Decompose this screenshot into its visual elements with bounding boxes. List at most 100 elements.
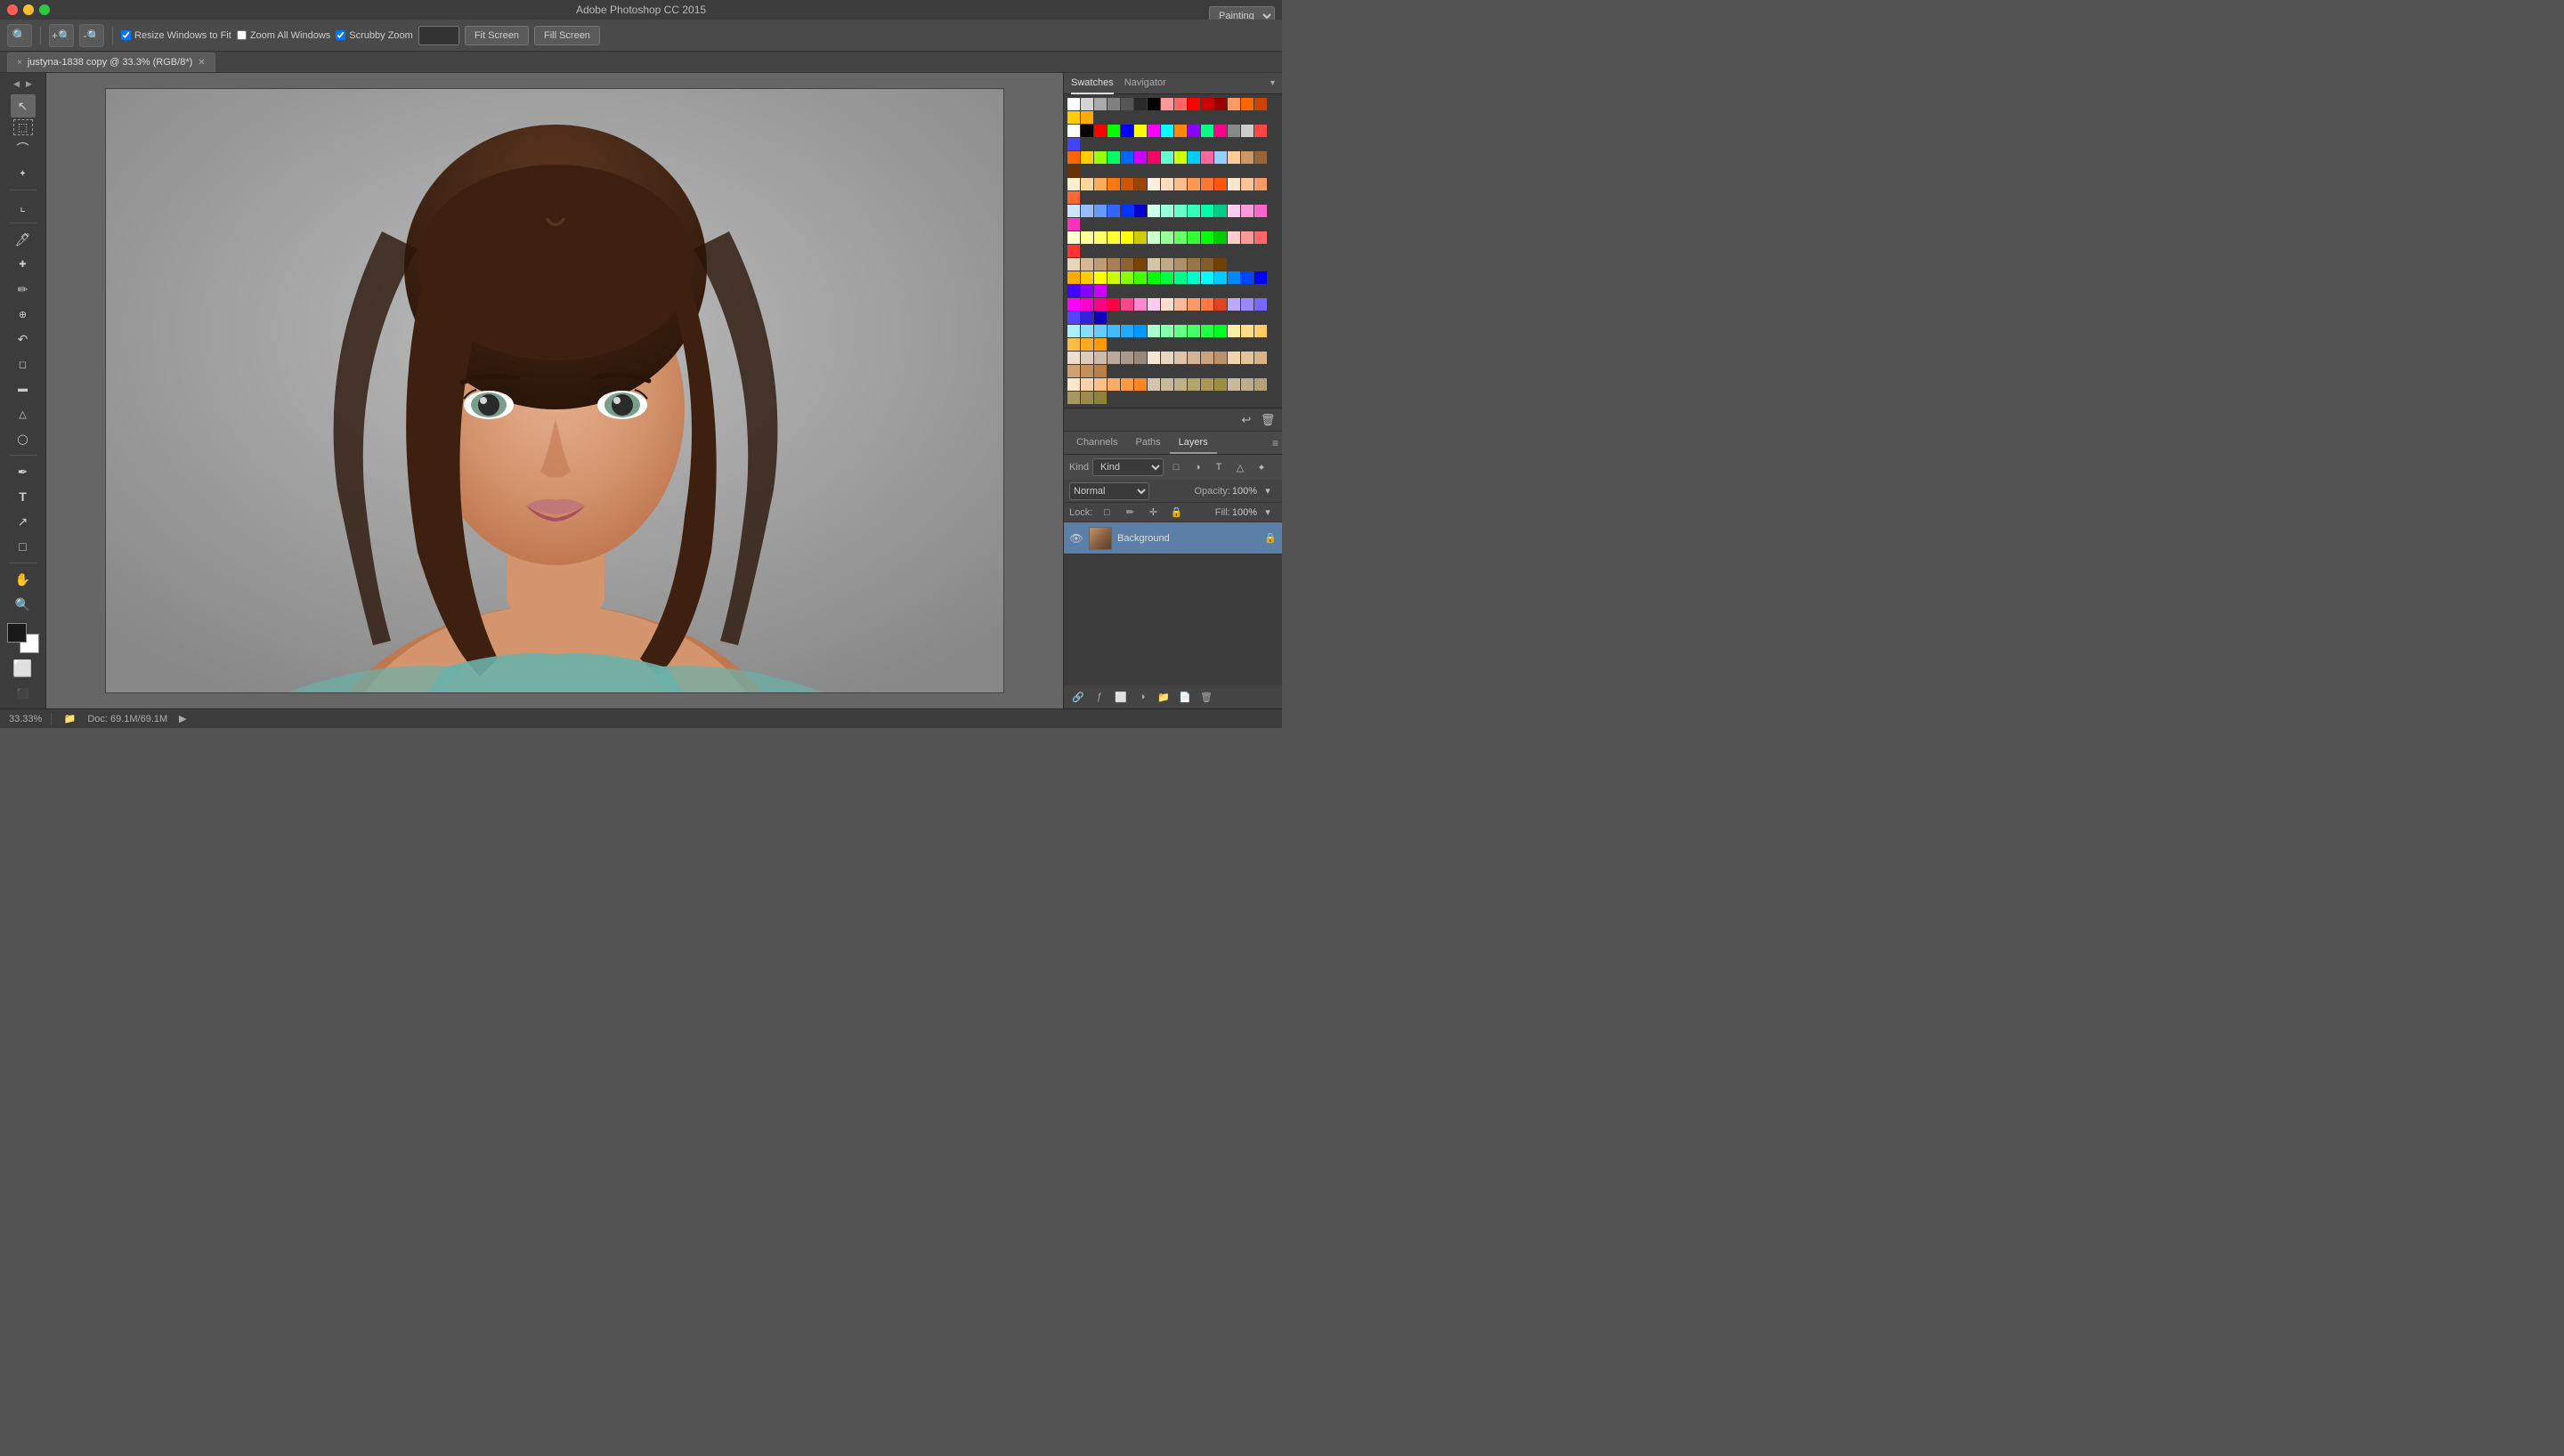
swatch-cell[interactable] — [1241, 125, 1254, 137]
swatch-cell[interactable] — [1108, 378, 1120, 391]
swatch-cell[interactable] — [1094, 311, 1107, 324]
swatch-cell[interactable] — [1081, 311, 1093, 324]
tab-close-x[interactable]: × — [17, 58, 22, 68]
swatch-cell[interactable] — [1108, 271, 1120, 284]
move-tool[interactable]: ↖ — [11, 94, 36, 117]
navigator-tab[interactable]: Navigator — [1124, 73, 1166, 94]
swatch-cell[interactable] — [1067, 365, 1080, 377]
toolbox-collapse-right[interactable]: ▶ — [24, 77, 35, 91]
swatch-cell[interactable] — [1067, 125, 1080, 137]
swatch-cell[interactable] — [1108, 325, 1120, 337]
swatch-cell[interactable] — [1228, 125, 1240, 137]
marquee-tool[interactable]: ⬚ — [13, 119, 33, 135]
swatch-cell[interactable] — [1188, 352, 1200, 364]
fill-stepper[interactable]: ▾ — [1259, 504, 1277, 522]
crop-tool[interactable]: ⌞ — [11, 195, 36, 218]
swatch-cell[interactable] — [1067, 285, 1080, 297]
swatch-cell[interactable] — [1228, 231, 1240, 244]
status-info-btn[interactable]: 📁 — [61, 710, 78, 728]
swatch-cell[interactable] — [1108, 258, 1120, 271]
close-button[interactable] — [7, 4, 18, 15]
swatch-cell[interactable] — [1081, 378, 1093, 391]
lock-pixels-icon[interactable]: □ — [1098, 504, 1116, 522]
swatch-cell[interactable] — [1161, 231, 1173, 244]
document-tab[interactable]: × justyna-1838 copy @ 33.3% (RGB/8*) ✕ — [7, 53, 215, 72]
swatch-cell[interactable] — [1067, 98, 1080, 110]
swatch-cell[interactable] — [1161, 271, 1173, 284]
swatch-cell[interactable] — [1094, 98, 1107, 110]
filter-adj-icon[interactable]: ◑ — [1189, 458, 1206, 476]
swatch-cell[interactable] — [1081, 338, 1093, 351]
swatch-cell[interactable] — [1148, 271, 1160, 284]
swatch-cell[interactable] — [1174, 151, 1187, 164]
quick-select-tool[interactable]: ✦ — [11, 162, 36, 185]
swatch-cell[interactable] — [1081, 125, 1093, 137]
swatch-cell[interactable] — [1214, 325, 1227, 337]
swatch-cell[interactable] — [1094, 392, 1107, 404]
swatch-cell[interactable] — [1067, 245, 1080, 257]
swatch-cell[interactable] — [1254, 178, 1267, 190]
swatch-cell[interactable] — [1067, 392, 1080, 404]
swatch-cell[interactable] — [1214, 98, 1227, 110]
swatch-cell[interactable] — [1067, 218, 1080, 231]
swatch-cell[interactable] — [1067, 191, 1080, 204]
swatch-cell[interactable] — [1201, 298, 1213, 311]
swatch-cell[interactable] — [1161, 352, 1173, 364]
path-select-tool[interactable]: ↗ — [11, 510, 36, 533]
swatch-cell[interactable] — [1081, 178, 1093, 190]
swatch-cell[interactable] — [1254, 298, 1267, 311]
swatch-cell[interactable] — [1174, 98, 1187, 110]
swatch-cell[interactable] — [1241, 271, 1254, 284]
swatch-cell[interactable] — [1134, 271, 1147, 284]
toolbox-collapse-left[interactable]: ◀ — [12, 77, 22, 91]
swatch-cell[interactable] — [1201, 325, 1213, 337]
maximize-button[interactable] — [39, 4, 50, 15]
swatch-cell[interactable] — [1081, 271, 1093, 284]
delete-layer-btn[interactable]: 🗑 — [1197, 688, 1215, 706]
scrubby-zoom-label[interactable]: Scrubby Zoom — [336, 30, 413, 41]
swatch-cell[interactable] — [1214, 271, 1227, 284]
swatch-cell[interactable] — [1067, 271, 1080, 284]
swatch-cell[interactable] — [1121, 125, 1133, 137]
swatch-cell[interactable] — [1161, 258, 1173, 271]
swatch-cell[interactable] — [1134, 325, 1147, 337]
swatch-cell[interactable] — [1161, 178, 1173, 190]
swatch-cell[interactable] — [1081, 258, 1093, 271]
zoom-tool[interactable]: 🔍 — [11, 593, 36, 616]
swatch-cell[interactable] — [1094, 151, 1107, 164]
swatch-cell[interactable] — [1188, 125, 1200, 137]
swatch-cell[interactable] — [1188, 258, 1200, 271]
swatch-cell[interactable] — [1254, 378, 1267, 391]
swatch-cell[interactable] — [1081, 392, 1093, 404]
swatch-cell[interactable] — [1254, 151, 1267, 164]
filter-select[interactable]: Kind — [1092, 458, 1164, 476]
history-brush-tool[interactable]: ↶ — [11, 328, 36, 351]
swatch-cell[interactable] — [1214, 231, 1227, 244]
layers-delete-icon[interactable]: 🗑 — [1259, 411, 1277, 429]
swatch-cell[interactable] — [1188, 298, 1200, 311]
type-tool[interactable]: T — [11, 485, 36, 508]
swatch-cell[interactable] — [1108, 98, 1120, 110]
lasso-tool[interactable]: ⌒ — [11, 137, 36, 160]
eraser-tool[interactable]: ◻ — [11, 352, 36, 376]
swatch-cell[interactable] — [1254, 125, 1267, 137]
swatch-cell[interactable] — [1188, 178, 1200, 190]
swatch-cell[interactable] — [1148, 205, 1160, 217]
swatch-cell[interactable] — [1134, 258, 1147, 271]
add-mask-btn[interactable]: ⬜ — [1112, 688, 1130, 706]
swatch-cell[interactable] — [1108, 352, 1120, 364]
swatch-cell[interactable] — [1174, 231, 1187, 244]
swatch-cell[interactable] — [1254, 98, 1267, 110]
swatch-cell[interactable] — [1148, 298, 1160, 311]
swatch-cell[interactable] — [1134, 378, 1147, 391]
swatch-cell[interactable] — [1241, 151, 1254, 164]
swatch-cell[interactable] — [1161, 298, 1173, 311]
swatch-cell[interactable] — [1161, 125, 1173, 137]
swatch-cell[interactable] — [1241, 205, 1254, 217]
swatch-cell[interactable] — [1188, 98, 1200, 110]
swatch-cell[interactable] — [1228, 98, 1240, 110]
swatch-cell[interactable] — [1214, 378, 1227, 391]
layers-hamburger[interactable]: ≡ — [1272, 437, 1278, 449]
swatch-cell[interactable] — [1094, 258, 1107, 271]
zoom-input[interactable]: 100% — [418, 26, 459, 45]
